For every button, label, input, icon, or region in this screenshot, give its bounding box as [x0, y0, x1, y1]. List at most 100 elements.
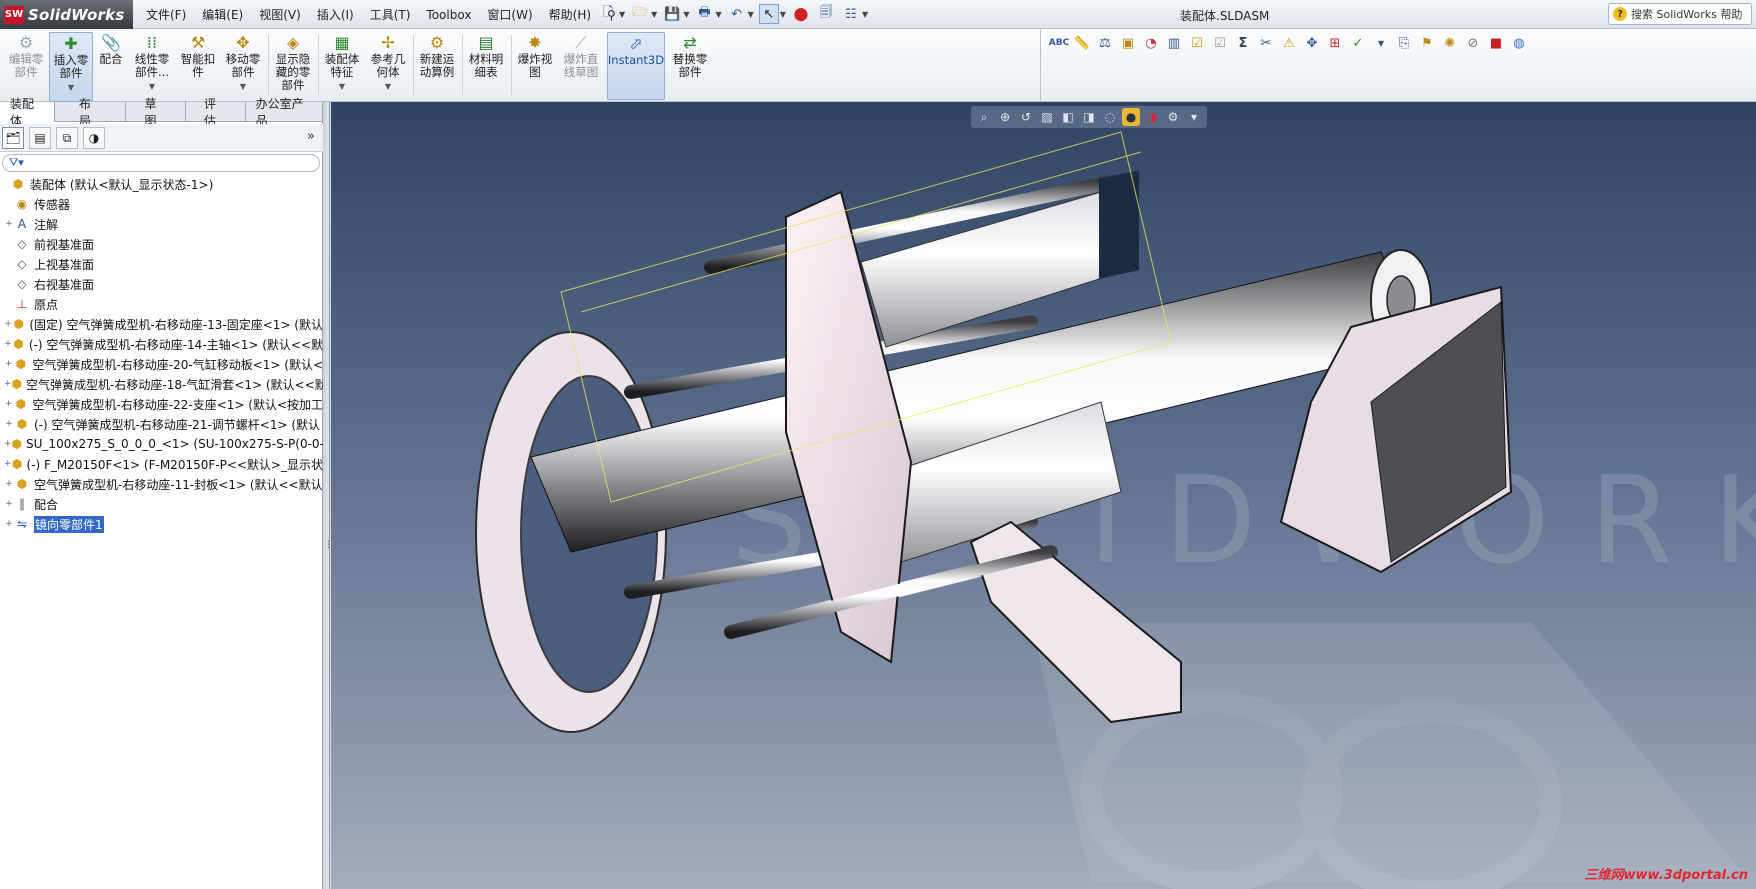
smart-fasteners-button[interactable]: ⚒ 智能扣 件 — [176, 32, 220, 98]
view-orientation-icon[interactable]: ◧ — [1059, 108, 1077, 126]
select-arrow-icon[interactable]: ↖ — [758, 4, 779, 24]
move-component-button[interactable]: ✥ 移动零 部件 ▼ — [221, 32, 265, 98]
tree-node[interactable]: + ⬢ 空气弹簧成型机-右移动座-20-气缸移动板<1> (默认< — [0, 354, 323, 374]
configurationmanager-tab-icon[interactable]: ⧉ — [56, 127, 78, 149]
new-motion-study-button[interactable]: ⚙ 新建运 动算例 — [415, 32, 459, 98]
measure-icon[interactable]: 📏 — [1072, 33, 1092, 53]
tree-node[interactable]: ◇ 上视基准面 — [0, 254, 323, 274]
menu-insert[interactable]: 插入(I) — [309, 6, 362, 23]
file-properties-icon[interactable]: 🗐 — [816, 4, 836, 24]
chevron-down-icon[interactable]: ▼ — [619, 10, 625, 19]
expand-node-icon[interactable]: + — [4, 399, 13, 409]
import-diagnostics-icon[interactable]: ⎘ — [1394, 33, 1414, 53]
chevron-down-icon[interactable]: ▼ — [149, 80, 155, 93]
displaymanager-tab-icon[interactable]: ◑ — [83, 127, 105, 149]
rebuild-traffic-light-icon[interactable]: ⬤ — [791, 4, 811, 24]
tree-node[interactable]: ◉ 传感器 — [0, 194, 323, 214]
assembly-visualization-icon[interactable]: ▥ — [1164, 33, 1184, 53]
expand-node-icon[interactable]: + — [4, 359, 13, 369]
tree-node[interactable]: + ⇋ 镜向零部件1 — [0, 514, 323, 534]
featuremanager-tab-icon[interactable]: 🗂 — [2, 127, 24, 149]
mold-tools-icon[interactable]: ⚑ — [1417, 33, 1437, 53]
expand-node-icon[interactable]: + — [4, 519, 14, 529]
expand-panel-icon[interactable]: » — [307, 129, 315, 144]
check-icon[interactable]: ✓ — [1348, 33, 1368, 53]
chevron-down-icon[interactable]: ▼ — [68, 81, 74, 94]
chevron-down-icon[interactable]: ▼ — [748, 10, 754, 19]
spell-check-icon[interactable]: ABC — [1049, 33, 1069, 53]
chevron-down-icon[interactable]: ▼ — [862, 10, 868, 19]
chevron-down-icon[interactable]: ▼ — [651, 10, 657, 19]
help-search-input[interactable]: ? 搜索 SolidWorks 帮助 — [1608, 3, 1752, 25]
print-icon[interactable]: 🖶 — [694, 4, 714, 24]
menu-file[interactable]: 文件(F) — [138, 6, 194, 23]
appearance-icon[interactable]: ◍ — [1509, 33, 1529, 53]
check-entity-icon[interactable]: ⊘ — [1463, 33, 1483, 53]
show-hidden-components-button[interactable]: ◈ 显示隐 藏的零 部件 — [271, 32, 315, 98]
hide-show-items-icon[interactable]: ◌ — [1101, 108, 1119, 126]
align-icon[interactable]: ✥ — [1302, 33, 1322, 53]
section-view-icon[interactable]: ▨ — [1038, 108, 1056, 126]
explode-line-sketch-button[interactable]: ⟋ 爆炸直 线草图 — [558, 32, 604, 98]
tab-layout[interactable]: 布局 — [55, 97, 127, 128]
expand-node-icon[interactable]: + — [4, 439, 12, 449]
menu-toolbox[interactable]: Toolbox — [418, 8, 479, 22]
linear-pattern-button[interactable]: ⁞⁞ 线性零 部件... ▼ — [130, 32, 174, 98]
chevron-down-icon[interactable]: ▼ — [385, 80, 391, 93]
insert-components-button[interactable]: ✚ 插入零 部件 ▼ — [49, 32, 93, 102]
tree-node[interactable]: ◇ 右视基准面 — [0, 274, 323, 294]
menu-help[interactable]: 帮助(H) — [541, 6, 599, 23]
exploded-view-button[interactable]: ✸ 爆炸视 图 — [513, 32, 557, 98]
undo-icon[interactable]: ↶ — [727, 4, 747, 24]
expand-node-icon[interactable]: + — [4, 479, 14, 489]
previous-view-icon[interactable]: ↺ — [1017, 108, 1035, 126]
save-icon[interactable]: 💾 — [662, 4, 682, 24]
app-logo[interactable]: SW SolidWorks — [0, 0, 133, 29]
replace-components-button[interactable]: ⇄ 替换零 部件 — [668, 32, 712, 98]
interference-detection-icon[interactable]: ☑ — [1187, 33, 1207, 53]
chevron-down-icon[interactable]: ▼ — [780, 10, 786, 19]
tree-node[interactable]: + ⬢ SU_100x275_S_0_0_0_<1> (SU-100x275-S-P… — [0, 434, 323, 454]
chevron-down-icon[interactable]: ▼ — [240, 80, 246, 93]
tree-node[interactable]: + ⬢ (固定) 空气弹簧成型机-右移动座-13-固定座<1> (默认 — [0, 314, 323, 334]
apply-scene-icon[interactable]: ◑ — [1143, 108, 1161, 126]
chevron-down-icon[interactable]: ▼ — [339, 80, 345, 93]
tree-node[interactable]: + ⬢ 空气弹簧成型机-右移动座-11-封板<1> (默认<<默认 — [0, 474, 323, 494]
expand-node-icon[interactable]: + — [4, 499, 14, 509]
tree-node[interactable]: ⬢ 装配体 (默认<默认_显示状态-1>) — [0, 174, 323, 194]
warning-icon[interactable]: ⚠ — [1279, 33, 1299, 53]
tree-node[interactable]: ◇ 前视基准面 — [0, 234, 323, 254]
chevron-down-icon[interactable]: ▼ — [683, 10, 689, 19]
mate-button[interactable]: 📎 配合 — [95, 32, 127, 98]
assembly-3d-model[interactable]: SOLIDWORKS — [331, 102, 1756, 889]
zoom-to-fit-icon[interactable]: ⌕ — [975, 108, 993, 126]
menu-window[interactable]: 窗口(W) — [479, 6, 540, 23]
color-icon[interactable]: ■ — [1486, 33, 1506, 53]
open-folder-icon[interactable]: 🗁 — [630, 4, 650, 24]
mass-properties-icon[interactable]: ⚖ — [1095, 33, 1115, 53]
display-style-icon[interactable]: ◨ — [1080, 108, 1098, 126]
tab-sketch[interactable]: 草图 — [126, 97, 187, 128]
tree-node[interactable]: + ⬢ (-) F_M20150F<1> (F-M20150F-P<<默认>_显示状 — [0, 454, 323, 474]
sum-icon[interactable]: Σ — [1233, 33, 1253, 53]
tree-node[interactable]: + ⬢ (-) 空气弹簧成型机-右移动座-21-调节螺杆<1> (默认 — [0, 414, 323, 434]
panel-splitter[interactable]: ⋮ — [323, 102, 333, 889]
chevron-down-icon[interactable]: ▼ — [1371, 33, 1391, 53]
expand-node-icon[interactable]: + — [4, 459, 12, 469]
chevron-down-icon[interactable]: ▼ — [715, 10, 721, 19]
tree-node[interactable]: + ⬢ (-) 空气弹簧成型机-右移动座-14-主轴<1> (默认<<默 — [0, 334, 323, 354]
tree-node[interactable]: + A 注解 — [0, 214, 323, 234]
more-options-icon[interactable]: ▾ — [1185, 108, 1203, 126]
graphics-area[interactable]: SOLIDWORKS — [331, 102, 1756, 889]
expand-node-icon[interactable]: + — [4, 379, 12, 389]
tree-node[interactable]: + ∥ 配合 — [0, 494, 323, 514]
assembly-features-button[interactable]: ▦ 装配体 特征 ▼ — [320, 32, 364, 98]
menu-edit[interactable]: 编辑(E) — [194, 6, 251, 23]
bill-of-materials-button[interactable]: ▤ 材料明 细表 — [464, 32, 508, 98]
tab-evaluate[interactable]: 评估 — [186, 97, 246, 128]
propertymanager-tab-icon[interactable]: ▤ — [29, 127, 51, 149]
instant3d-button[interactable]: ⬀ Instant3D — [607, 32, 665, 100]
sensor-icon[interactable]: ◔ — [1141, 33, 1161, 53]
tree-node[interactable]: ⊥ 原点 — [0, 294, 323, 314]
zoom-to-area-icon[interactable]: ⊕ — [996, 108, 1014, 126]
